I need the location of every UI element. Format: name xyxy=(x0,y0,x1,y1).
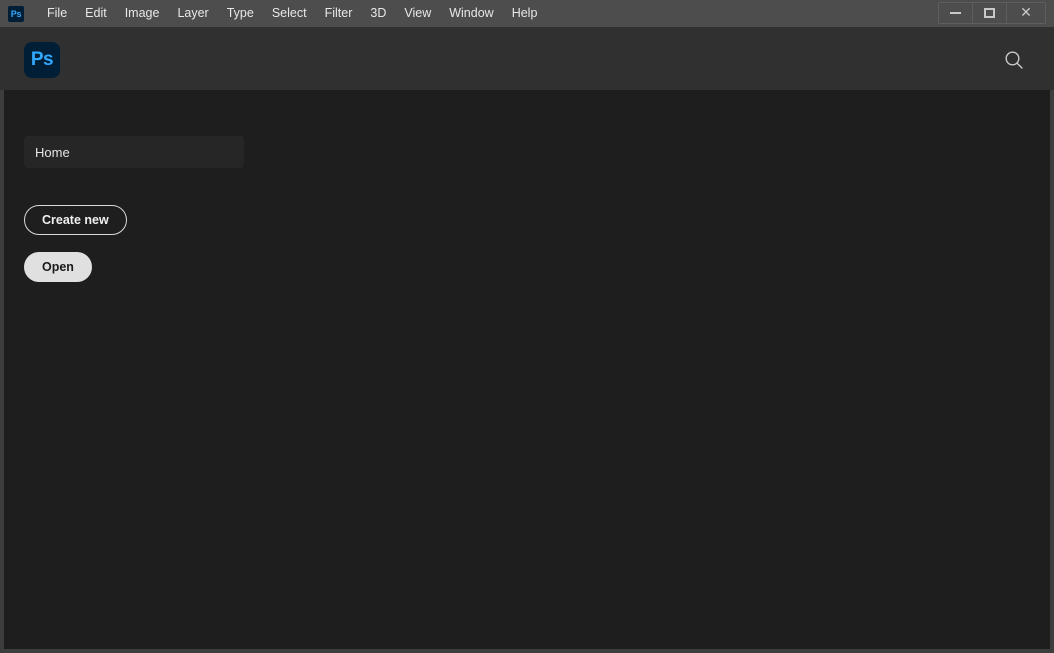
menu-item-window[interactable]: Window xyxy=(440,0,502,27)
app-header: Ps xyxy=(0,27,1054,90)
menu-bar: Ps File Edit Image Layer Type Select Fil… xyxy=(0,0,1054,27)
create-new-button[interactable]: Create new xyxy=(24,205,127,235)
menu-item-image[interactable]: Image xyxy=(116,0,169,27)
window-controls: ✕ xyxy=(938,2,1046,24)
menu-item-type[interactable]: Type xyxy=(218,0,263,27)
maximize-icon xyxy=(984,8,995,18)
menu-item-list: File Edit Image Layer Type Select Filter… xyxy=(38,0,546,27)
search-icon xyxy=(1005,51,1023,69)
app-icon: Ps xyxy=(8,5,24,22)
menu-item-layer[interactable]: Layer xyxy=(168,0,217,27)
minimize-icon xyxy=(950,12,961,14)
menu-item-select[interactable]: Select xyxy=(263,0,316,27)
minimize-button[interactable] xyxy=(939,3,973,23)
menu-item-3d[interactable]: 3D xyxy=(361,0,395,27)
photoshop-logo[interactable]: Ps xyxy=(24,42,60,78)
home-screen-content: Home Create new Open xyxy=(0,90,1054,653)
menu-item-filter[interactable]: Filter xyxy=(316,0,362,27)
close-icon: ✕ xyxy=(1020,5,1032,21)
close-button[interactable]: ✕ xyxy=(1007,3,1045,23)
open-button[interactable]: Open xyxy=(24,252,92,282)
menu-item-edit[interactable]: Edit xyxy=(76,0,116,27)
maximize-button[interactable] xyxy=(973,3,1007,23)
photoshop-window: Ps File Edit Image Layer Type Select Fil… xyxy=(0,0,1054,653)
menu-item-help[interactable]: Help xyxy=(503,0,547,27)
menu-item-view[interactable]: View xyxy=(395,0,440,27)
sidebar-item-label: Home xyxy=(35,144,70,160)
sidebar-item-home[interactable]: Home xyxy=(24,136,244,168)
menu-item-file[interactable]: File xyxy=(38,0,76,27)
search-button[interactable] xyxy=(996,42,1032,78)
